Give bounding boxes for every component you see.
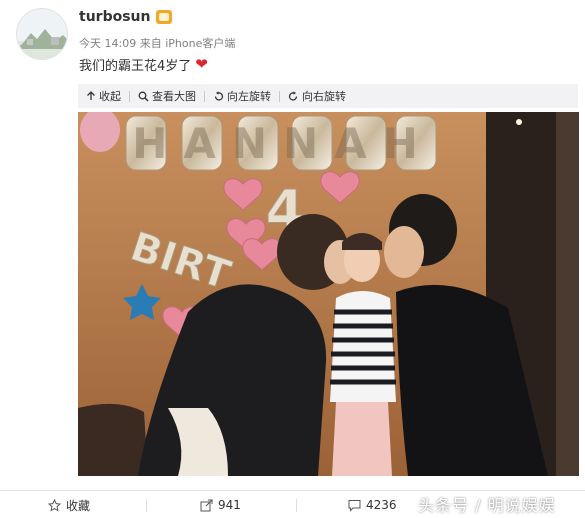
rotate-left-button[interactable]: 向左旋转: [205, 84, 279, 108]
view-large-label[interactable]: 查看大图: [152, 88, 196, 104]
collapse-label[interactable]: 收起: [99, 88, 121, 104]
favorite-button[interactable]: 收藏: [48, 491, 90, 518]
post-header: turbosun 今天 14:09 来自 iPhone客户端 我们的霸王花4岁了…: [0, 0, 585, 84]
favorite-label[interactable]: 收藏: [66, 497, 90, 514]
magnifier-icon: [138, 91, 149, 101]
heart-icon: ❤: [195, 55, 208, 73]
post-source[interactable]: iPhone客户端: [165, 37, 235, 50]
share-button[interactable]: 941: [200, 491, 241, 518]
collapse-button[interactable]: 收起: [78, 84, 129, 108]
rotate-right-label[interactable]: 向右旋转: [302, 88, 346, 104]
post-text: 我们的霸王花4岁了 ❤: [79, 55, 208, 75]
footer-divider: [296, 499, 297, 512]
footer-divider: [146, 499, 147, 512]
username[interactable]: turbosun: [79, 9, 173, 25]
source-prefix: 来自: [139, 37, 162, 50]
username-text[interactable]: turbosun: [79, 9, 150, 25]
vip-badge-icon: [156, 10, 173, 24]
view-large-button[interactable]: 查看大图: [130, 84, 204, 108]
rotate-left-label[interactable]: 向左旋转: [227, 88, 271, 104]
avatar[interactable]: [16, 8, 68, 60]
image-toolbar: 收起 查看大图 向左旋转 向右旋转: [78, 84, 578, 108]
comment-count[interactable]: 4236: [366, 498, 397, 512]
post-text-content: 我们的霸王花4岁了: [79, 59, 192, 74]
rotate-right-button[interactable]: 向右旋转: [280, 84, 354, 108]
arrow-up-icon: [87, 91, 95, 100]
rotate-right-icon: [288, 90, 298, 101]
star-icon: [48, 498, 61, 511]
share-count[interactable]: 941: [218, 498, 241, 512]
rotate-left-icon: [214, 90, 224, 101]
comment-button[interactable]: 4236: [348, 491, 397, 518]
post-meta: 今天 14:09 来自 iPhone客户端: [79, 35, 235, 51]
comment-icon: [348, 499, 361, 512]
post-time[interactable]: 今天 14:09: [79, 37, 136, 50]
watermark-text: 头条号 / 明说娱娱: [418, 496, 556, 515]
balloon-letters-top-text: HANNAH: [132, 119, 434, 168]
share-icon: [200, 499, 213, 511]
post-photo[interactable]: HANNAH 4 BIRT: [78, 112, 579, 476]
